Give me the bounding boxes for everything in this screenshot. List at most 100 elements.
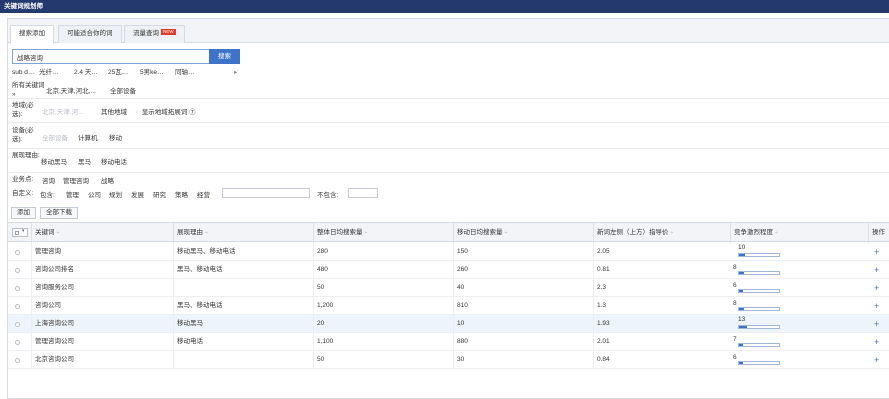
add-keyword-icon[interactable]: + — [874, 315, 879, 333]
sort-icon: ÷ — [670, 230, 674, 236]
cell-reason — [173, 279, 313, 297]
filter-option[interactable]: 策略 — [175, 189, 188, 199]
suggestion-item[interactable]: 光纤… — [39, 68, 59, 77]
filter-option[interactable]: 规划 — [109, 189, 122, 199]
cell-reason: 移动黑马、移动电话 — [173, 243, 313, 261]
filter-option[interactable]: 咨询 — [42, 175, 55, 185]
row-select-radio[interactable] — [15, 340, 20, 345]
add-keyword-icon[interactable]: + — [874, 261, 879, 279]
competition-bar — [738, 253, 780, 257]
filter-option[interactable]: 北京,天津,河... — [42, 106, 84, 116]
table-row[interactable]: 咨询公司 黑马、移动电话 1,200 810 1.3 8 + — [8, 297, 889, 315]
competition-bar-fill — [739, 362, 743, 364]
tab-label: 可能适合你的词 — [67, 30, 113, 37]
add-keyword-icon[interactable]: + — [874, 333, 879, 351]
filter-option[interactable]: 全部设备 — [110, 85, 136, 95]
add-button[interactable]: 添加 — [11, 207, 36, 219]
chevron-down-icon: ▾ — [22, 228, 25, 234]
filter-label: 地域(必选): — [12, 102, 34, 118]
tab-traffic-query[interactable]: 流量查询 NEW — [124, 25, 185, 43]
competition-value: 10 — [738, 244, 746, 251]
column-header-competition[interactable]: 竞争激烈程度 ÷ — [730, 223, 868, 243]
cell-reason: 移动黑马 — [173, 315, 313, 333]
row-select-radio[interactable] — [15, 358, 20, 363]
table-header: ▾ 关键词 ÷ 展现理由 ÷ 整体日均搜索量 ÷ 移动日均搜索量 ÷ 新词左侧（上方）指… — [8, 222, 889, 243]
suggestion-item[interactable]: 同轴… — [175, 68, 195, 77]
add-keyword-icon[interactable]: + — [874, 279, 879, 297]
column-header-keyword[interactable]: 关键词 ÷ — [31, 223, 173, 243]
download-all-button[interactable]: 全部下载 — [40, 207, 78, 219]
row-select-radio[interactable] — [15, 304, 20, 309]
table-row[interactable]: 咨询公司排名 黑马、移动电话 480 260 0.81 8 + — [8, 261, 889, 279]
filter-option[interactable]: 移动电话 — [101, 156, 127, 166]
suggestion-item[interactable]: 5男ke… — [140, 68, 163, 77]
filter-option[interactable]: 管理咨询 — [63, 175, 89, 185]
cell-keyword: 咨询公司 — [31, 297, 173, 315]
competition-bar-fill — [739, 272, 744, 274]
cell-mobile-searches: 810 — [453, 297, 593, 315]
competition-value: 8 — [733, 264, 737, 271]
suggestion-item[interactable]: 2.4 天… — [74, 68, 98, 77]
filter-option[interactable]: 其他地域 — [101, 106, 127, 116]
cell-guide-price: 1.93 — [593, 315, 730, 333]
cell-mobile-searches: 260 — [453, 261, 593, 279]
suggestion-item[interactable]: sub d… — [12, 68, 34, 77]
filter-option[interactable]: 移动 — [109, 132, 122, 142]
custom-exclude-input[interactable] — [348, 188, 378, 198]
add-keyword-icon[interactable]: + — [874, 297, 879, 315]
filter-option[interactable]: 北京,天津,河北,... — [46, 85, 96, 95]
filter-label: 展现理由: — [12, 152, 40, 159]
column-header-total-searches[interactable]: 整体日均搜索量 ÷ — [313, 223, 453, 243]
suggestion-next-icon[interactable]: ▸ — [234, 68, 237, 77]
competition-bar-fill — [739, 344, 744, 346]
row-select-radio[interactable] — [15, 286, 20, 291]
competition-value: 6 — [733, 354, 737, 361]
table-row[interactable]: 管理咨询 移动黑马、移动电话 280 150 2.05 10 + — [8, 243, 889, 261]
filter-label[interactable]: 所有关键词 » — [12, 81, 46, 99]
tab-suggested-words[interactable]: 可能适合你的词 — [58, 25, 122, 43]
filter-option[interactable]: 公司 — [88, 189, 101, 199]
table-row[interactable]: 管理咨询公司 移动电话 1,100 880 2.01 7 + — [8, 333, 889, 351]
add-keyword-icon[interactable]: + — [874, 243, 879, 261]
cell-mobile-searches: 10 — [453, 315, 593, 333]
custom-include-input[interactable] — [222, 188, 310, 198]
search-button[interactable]: 搜索 — [209, 49, 240, 64]
filter-option[interactable]: 计算机 — [78, 132, 98, 142]
filter-row-device: 设备(必选): 全部设备 计算机 移动 — [8, 123, 889, 149]
cell-keyword: 上海咨询公司 — [31, 315, 173, 333]
filter-option[interactable]: 研究 — [153, 189, 166, 199]
cell-total-searches: 280 — [313, 243, 453, 261]
table-row[interactable]: 北京咨询公司 50 30 0.84 6 + — [8, 351, 889, 369]
select-all-dropdown[interactable]: ▾ — [12, 228, 28, 237]
filter-option[interactable]: 移动黑马 — [41, 156, 67, 166]
filter-option[interactable]: 管理 — [66, 189, 79, 199]
table-row[interactable]: 咨询服务公司 50 40 2.3 6 + — [8, 279, 889, 297]
filter-option[interactable]: 战略 — [101, 175, 114, 185]
table-row[interactable]: 上海咨询公司 移动黑马 20 10 1.93 13 + — [8, 315, 889, 333]
cell-mobile-searches: 40 — [453, 279, 593, 297]
window-title: 关键词规划师 — [0, 0, 889, 13]
suggestion-item[interactable]: 25瓦… — [108, 68, 128, 77]
competition-value: 6 — [733, 282, 737, 289]
filter-option[interactable]: 黑马 — [78, 156, 91, 166]
filter-option[interactable]: 全部设备 — [42, 132, 68, 142]
row-select-radio[interactable] — [15, 250, 20, 255]
column-header-reason[interactable]: 展现理由 ÷ — [173, 223, 313, 243]
region-expand-toggle[interactable]: ○ 显示地域拓展词 ⑦ — [136, 106, 196, 116]
column-header-mobile-searches[interactable]: 移动日均搜索量 ÷ — [453, 223, 593, 243]
column-header-guide-price[interactable]: 新词左侧（上方）指导价 ÷ — [593, 223, 730, 243]
keyword-search-input[interactable] — [12, 49, 210, 64]
tab-search-add[interactable]: 搜索添加 — [10, 25, 54, 44]
row-select-radio[interactable] — [15, 322, 20, 327]
keyword-planner-panel: 搜索添加 可能适合你的词 流量查询NEW 搜索 sub d… 光纤… 2.4 天… — [7, 18, 889, 399]
filter-label: 设备(必选): — [12, 127, 34, 143]
suggestion-strip: sub d… 光纤… 2.4 天… 25瓦… 5男ke… 同轴… ▸ — [12, 68, 252, 77]
column-header-action: 操作 — [868, 223, 889, 243]
cell-keyword: 管理咨询公司 — [31, 333, 173, 351]
filter-option[interactable]: 发展 — [131, 189, 144, 199]
cell-total-searches: 1,100 — [313, 333, 453, 351]
row-select-radio[interactable] — [15, 268, 20, 273]
filter-option[interactable]: 经营 — [197, 189, 210, 199]
add-keyword-icon[interactable]: + — [874, 351, 879, 369]
competition-bar — [738, 271, 780, 275]
